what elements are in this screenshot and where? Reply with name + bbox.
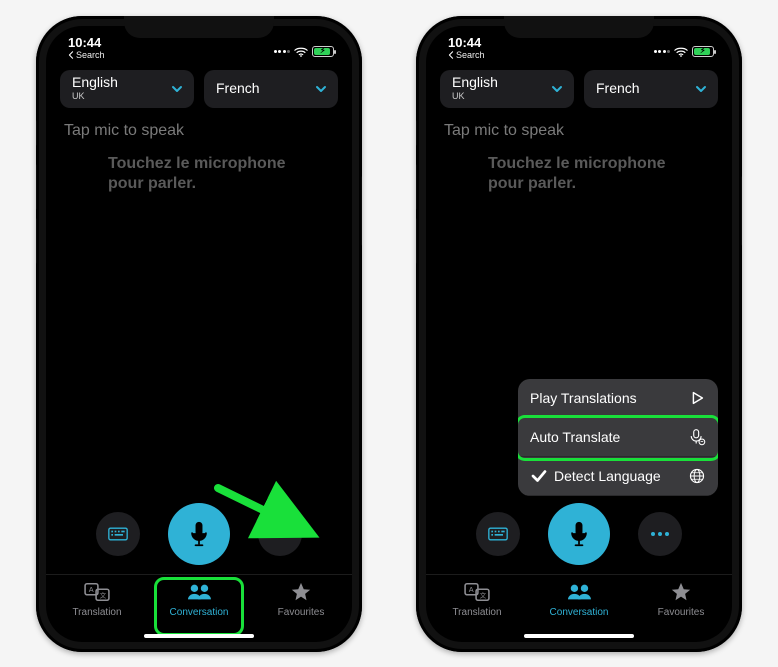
power-button <box>741 176 742 246</box>
prompt-french: Touchez le microphone pour parler. <box>488 154 688 194</box>
tab-translation-label: Translation <box>452 607 501 618</box>
translation-icon: A 文 <box>83 581 111 603</box>
battery-icon: ⚡︎ <box>692 46 714 57</box>
tab-conversation[interactable]: Conversation <box>528 581 630 634</box>
svg-text:文: 文 <box>100 590 107 599</box>
cell-signal-icon <box>654 50 671 53</box>
back-to-search[interactable]: Search <box>68 51 105 60</box>
more-icon <box>271 531 289 537</box>
tab-bar: A 文 Translation Conversation <box>46 574 352 642</box>
mute-switch <box>416 120 417 146</box>
star-icon <box>667 581 695 603</box>
phone-right: 10:44 Search ⚡︎ <box>416 16 742 652</box>
cell-signal-icon <box>274 50 291 53</box>
target-language-name: French <box>596 81 640 96</box>
keyboard-button[interactable] <box>96 512 140 556</box>
language-row: English UK French <box>46 60 352 114</box>
volume-down <box>416 218 417 264</box>
source-language-name: English <box>452 75 498 90</box>
mic-icon <box>188 521 210 547</box>
tab-favourites-label: Favourites <box>278 607 325 618</box>
translation-icon: A 文 <box>463 581 491 603</box>
chevron-left-icon <box>68 51 74 59</box>
volume-down <box>36 218 37 264</box>
tab-favourites-label: Favourites <box>658 607 705 618</box>
status-time: 10:44 <box>448 36 485 49</box>
conversation-area: Tap mic to speak Touchez le microphone p… <box>46 114 352 494</box>
play-icon <box>688 389 706 407</box>
source-language-sub: UK <box>72 92 118 102</box>
tab-translation[interactable]: A 文 Translation <box>426 581 528 634</box>
globe-icon <box>688 467 706 485</box>
wifi-icon <box>674 46 688 58</box>
target-language-picker[interactable]: French <box>584 70 718 108</box>
keyboard-icon <box>108 527 128 541</box>
notch <box>124 16 274 38</box>
home-indicator[interactable] <box>144 634 254 638</box>
source-language-picker[interactable]: English UK <box>440 70 574 108</box>
prompt-english: Tap mic to speak <box>444 122 714 140</box>
source-language-picker[interactable]: English UK <box>60 70 194 108</box>
battery-icon: ⚡︎ <box>312 46 334 57</box>
mic-button[interactable] <box>548 503 610 565</box>
tab-favourites[interactable]: Favourites <box>630 581 732 634</box>
svg-text:A: A <box>89 585 94 594</box>
svg-text:文: 文 <box>480 590 487 599</box>
mic-button[interactable] <box>168 503 230 565</box>
more-button[interactable] <box>638 512 682 556</box>
svg-text:A: A <box>469 585 474 594</box>
more-menu: Play Translations Auto Translate <box>518 379 718 496</box>
phone-left: 10:44 Search ⚡︎ <box>36 16 362 652</box>
chevron-left-icon <box>448 51 454 59</box>
mute-switch <box>36 120 37 146</box>
tab-favourites[interactable]: Favourites <box>250 581 352 634</box>
back-to-search[interactable]: Search <box>448 51 485 60</box>
prompt-english: Tap mic to speak <box>64 122 334 140</box>
notch <box>504 16 654 38</box>
menu-play-translations[interactable]: Play Translations <box>518 379 718 418</box>
check-icon <box>530 467 548 485</box>
tab-conversation[interactable]: Conversation <box>148 581 250 634</box>
language-row: English UK French <box>426 60 732 114</box>
prompt-french: Touchez le microphone pour parler. <box>108 154 308 194</box>
tab-conversation-label: Conversation <box>550 607 609 618</box>
menu-auto-translate[interactable]: Auto Translate <box>518 418 718 457</box>
mic-row <box>426 494 732 574</box>
source-language-name: English <box>72 75 118 90</box>
mic-icon <box>568 521 590 547</box>
status-time: 10:44 <box>68 36 105 49</box>
star-icon <box>287 581 315 603</box>
home-indicator[interactable] <box>524 634 634 638</box>
more-button[interactable] <box>258 512 302 556</box>
conversation-icon <box>185 581 213 603</box>
mic-auto-icon <box>688 428 706 446</box>
keyboard-icon <box>488 527 508 541</box>
target-language-name: French <box>216 81 260 96</box>
volume-up <box>36 164 37 210</box>
more-icon <box>651 531 669 537</box>
wifi-icon <box>294 46 308 58</box>
chevron-down-icon <box>550 82 564 96</box>
mic-row <box>46 494 352 574</box>
tab-translation[interactable]: A 文 Translation <box>46 581 148 634</box>
power-button <box>361 176 362 246</box>
tab-conversation-label: Conversation <box>170 607 229 618</box>
source-language-sub: UK <box>452 92 498 102</box>
chevron-down-icon <box>170 82 184 96</box>
menu-detect-language[interactable]: Detect Language <box>518 457 718 496</box>
tab-bar: A 文 Translation Conversation <box>426 574 732 642</box>
tab-translation-label: Translation <box>72 607 121 618</box>
conversation-icon <box>565 581 593 603</box>
volume-up <box>416 164 417 210</box>
chevron-down-icon <box>314 82 328 96</box>
target-language-picker[interactable]: French <box>204 70 338 108</box>
chevron-down-icon <box>694 82 708 96</box>
keyboard-button[interactable] <box>476 512 520 556</box>
